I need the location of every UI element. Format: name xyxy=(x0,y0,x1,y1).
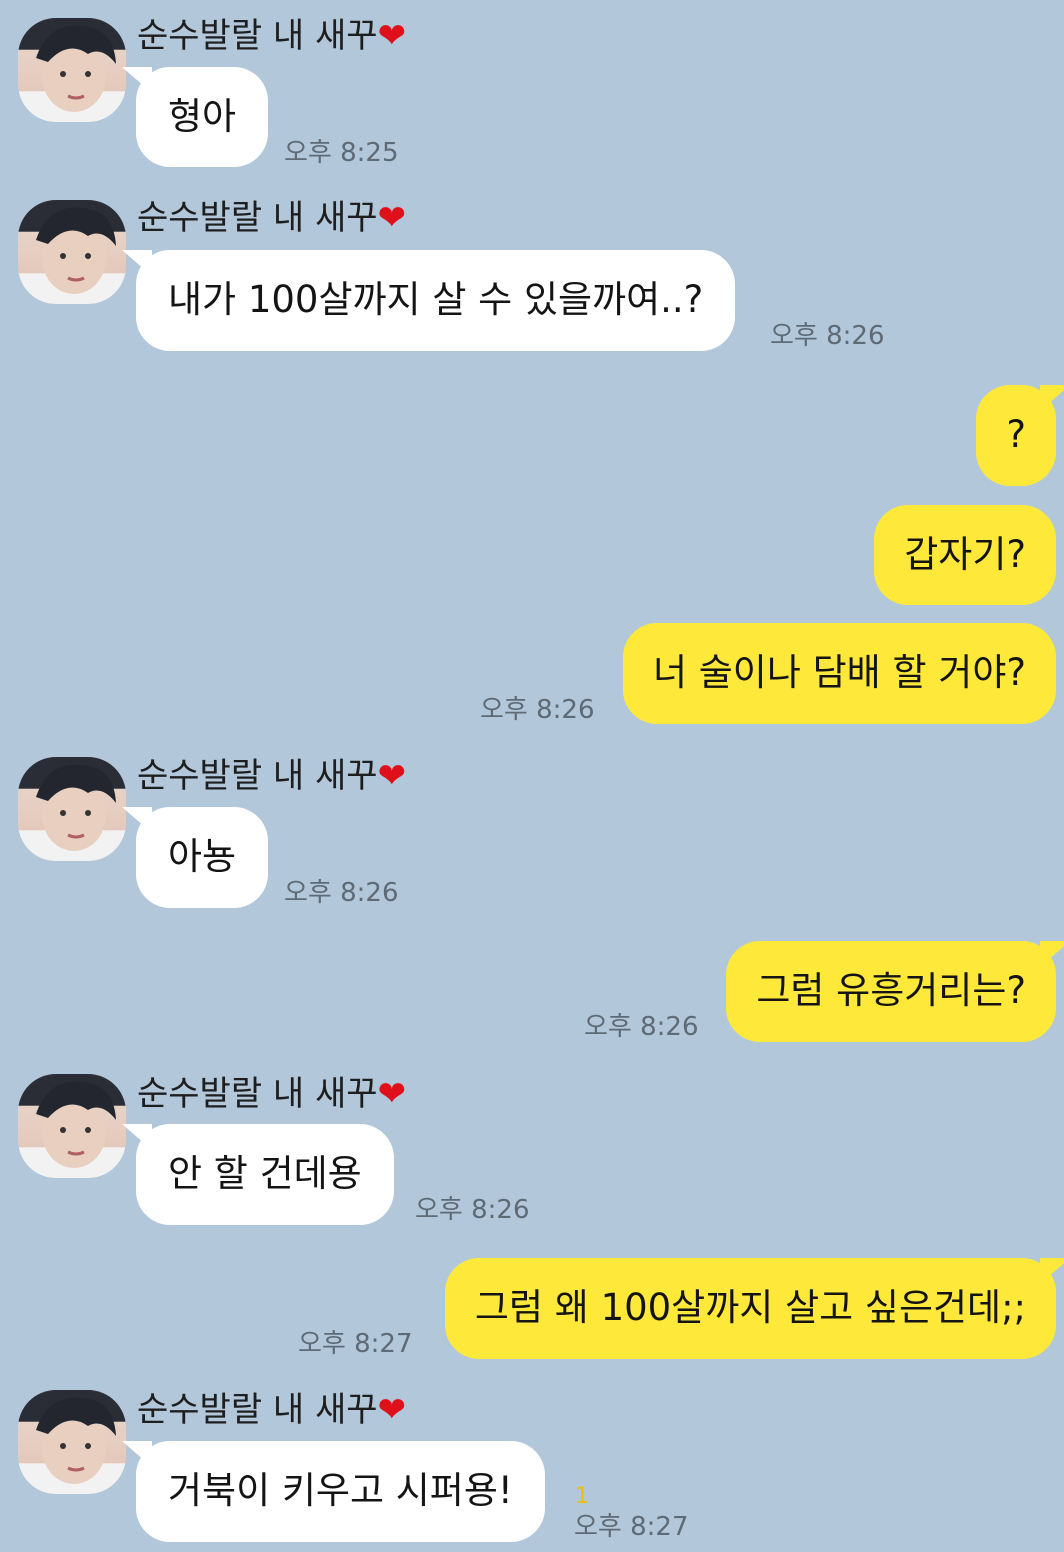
heart-icon: ❤ xyxy=(377,16,407,56)
message-text: 내가 100살까지 살 수 있을까여..? xyxy=(168,278,704,321)
sender-name: 순수발랄 내 새꾸❤ xyxy=(137,198,407,238)
message-text: 갑자기? xyxy=(904,533,1026,576)
message-bubble-incoming[interactable]: 형아 xyxy=(122,67,269,167)
message-text: 형아 xyxy=(168,95,237,138)
message-text: 아뇽 xyxy=(168,835,237,878)
contact-avatar[interactable] xyxy=(18,1074,126,1178)
message-bubble-outgoing[interactable]: ? xyxy=(976,385,1064,486)
message-time: 오후 8:26 xyxy=(770,321,885,351)
sender-name: 순수발랄 내 새꾸❤ xyxy=(137,1390,407,1430)
heart-icon: ❤ xyxy=(377,1390,407,1430)
contact-avatar[interactable] xyxy=(18,200,126,304)
message-time: 오후 8:26 xyxy=(584,1012,699,1042)
message-bubble-outgoing[interactable]: 너 술이나 담배 할 거야? xyxy=(622,623,1056,724)
message-bubble-outgoing[interactable]: 그럼 왜 100살까지 살고 싶은건데;; xyxy=(444,1258,1064,1359)
message-text: 그럼 유흥거리는? xyxy=(756,969,1026,1012)
message-text: ? xyxy=(1006,413,1026,456)
message-bubble-incoming[interactable]: 안 할 건데용 xyxy=(122,1124,394,1225)
sender-name: 순수발랄 내 새꾸❤ xyxy=(137,16,407,56)
message-time: 오후 8:26 xyxy=(415,1195,530,1225)
contact-avatar[interactable] xyxy=(18,18,126,122)
message-time: 오후 8:25 xyxy=(284,138,399,168)
sender-name: 순수발랄 내 새꾸❤ xyxy=(137,1074,407,1114)
sender-name: 순수발랄 내 새꾸❤ xyxy=(137,756,407,796)
message-bubble-incoming[interactable]: 거북이 키우고 시퍼용! xyxy=(122,1441,545,1542)
message-text: 거북이 키우고 시퍼용! xyxy=(168,1469,513,1512)
heart-icon: ❤ xyxy=(377,198,407,238)
message-time: 오후 8:26 xyxy=(284,878,399,908)
contact-avatar[interactable] xyxy=(18,757,126,861)
contact-avatar[interactable] xyxy=(18,1390,126,1494)
heart-icon: ❤ xyxy=(377,756,407,796)
message-bubble-incoming[interactable]: 아뇽 xyxy=(122,807,269,908)
message-time: 오후 8:27 xyxy=(574,1512,689,1542)
unread-count: 1 xyxy=(575,1484,589,1509)
message-text: 너 술이나 담배 할 거야? xyxy=(652,651,1026,694)
message-bubble-incoming[interactable]: 내가 100살까지 살 수 있을까여..? xyxy=(122,250,736,351)
message-bubble-outgoing[interactable]: 갑자기? xyxy=(874,505,1056,605)
message-text: 안 할 건데용 xyxy=(168,1152,362,1195)
message-time: 오후 8:26 xyxy=(480,695,595,725)
message-text: 그럼 왜 100살까지 살고 싶은건데;; xyxy=(474,1286,1026,1329)
message-bubble-outgoing[interactable]: 그럼 유흥거리는? xyxy=(726,941,1064,1042)
message-time: 오후 8:27 xyxy=(298,1329,413,1359)
heart-icon: ❤ xyxy=(377,1074,407,1114)
